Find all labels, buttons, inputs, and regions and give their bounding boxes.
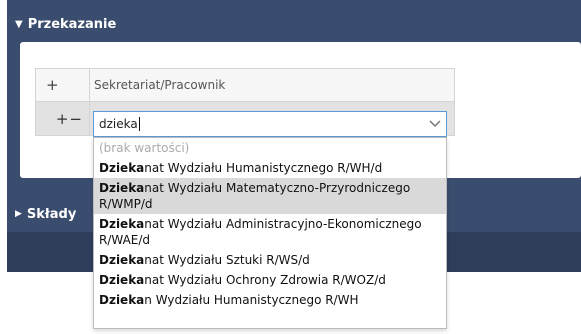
section-title: Składy — [26, 206, 77, 222]
add-row-button[interactable]: + — [36, 69, 90, 101]
remove-button[interactable]: − — [69, 110, 83, 128]
section-title: Przekazanie — [27, 16, 117, 32]
triangle-down-icon: ▼ — [15, 18, 23, 30]
row-actions: + − — [36, 102, 90, 135]
column-header: Sekretariat/Pracownik — [94, 78, 226, 92]
option-match: Dzieka — [99, 217, 145, 231]
dropdown-option[interactable]: Dziekanat Wydziału Humanistycznego R/WH/… — [94, 158, 446, 178]
option-match: Dzieka — [99, 161, 145, 175]
option-rest: nat Wydziału Humanistycznego R/WH/d — [144, 161, 383, 175]
option-rest: n Wydziału Humanistycznego R/WH — [144, 293, 359, 307]
option-rest: nat Wydziału Sztuki R/WS/d — [144, 253, 310, 267]
combo-dropdown-list: (brak wartości) Dziekanat Wydziału Human… — [93, 137, 447, 329]
dropdown-option[interactable]: Dziekanat Wydziału Ochrony Zdrowia R/WOZ… — [94, 270, 446, 290]
add-button[interactable]: + — [56, 110, 70, 128]
table-header-row: + Sekretariat/Pracownik — [35, 68, 455, 102]
section-header-sklady[interactable]: ▶ Składy — [15, 204, 76, 224]
option-rest: nat Wydziału Matematyczno-Przyrodniczego… — [99, 181, 411, 211]
option-rest: nat Wydziału Ochrony Zdrowia R/WOZ/d — [144, 273, 386, 287]
dropdown-option[interactable]: Dziekanat Wydziału Administracyjno-Ekono… — [94, 214, 446, 250]
triangle-right-icon: ▶ — [15, 209, 22, 219]
option-match: Dzieka — [99, 273, 145, 287]
dropdown-option-empty[interactable]: (brak wartości) — [94, 138, 446, 158]
option-match: Dzieka — [99, 293, 145, 307]
combo-input[interactable]: dzieka — [99, 117, 138, 131]
chevron-down-icon[interactable] — [424, 120, 446, 128]
text-caret — [138, 117, 140, 131]
secretariat-combobox[interactable]: dzieka — [93, 111, 447, 137]
dropdown-option-highlighted[interactable]: Dziekanat Wydziału Matematyczno-Przyrodn… — [94, 178, 446, 214]
dropdown-option[interactable]: Dziekan Wydziału Humanistycznego R/WH — [94, 290, 446, 310]
option-match: Dzieka — [99, 253, 145, 267]
option-match: Dzieka — [99, 181, 145, 195]
option-rest: nat Wydziału Administracyjno-Ekonomiczne… — [99, 217, 422, 247]
section-header-przekazanie[interactable]: ▼ Przekazanie — [15, 14, 116, 34]
dropdown-option[interactable]: Dziekanat Wydziału Sztuki R/WS/d — [94, 250, 446, 270]
